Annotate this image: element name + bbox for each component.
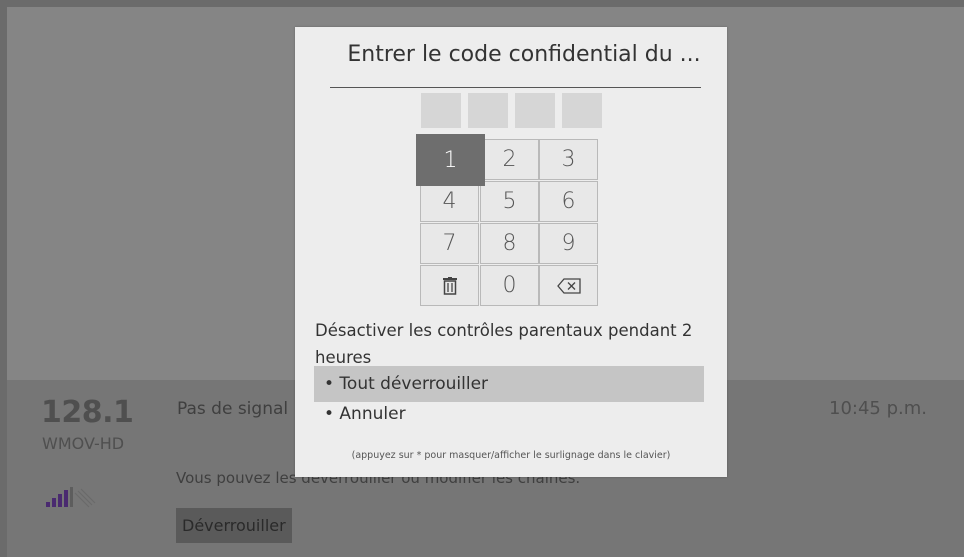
no-signal-text: Pas de signal [177, 399, 289, 419]
key-7[interactable]: 7 [420, 223, 479, 264]
channel-name: WMOV-HD [42, 434, 125, 453]
clear-key[interactable] [420, 265, 479, 306]
disable-controls-label: Désactiver les contrôles parentaux penda… [315, 321, 693, 367]
key-6[interactable]: 6 [539, 181, 598, 222]
trash-icon [442, 276, 457, 295]
channel-number: 128.1 [41, 395, 134, 430]
unlock-button[interactable]: Déverrouiller [176, 508, 292, 543]
key-8[interactable]: 8 [480, 223, 539, 264]
backspace-key[interactable] [539, 265, 598, 306]
pin-digit-box [562, 93, 602, 128]
key-9[interactable]: 9 [539, 223, 598, 264]
key-0[interactable]: 0 [480, 265, 539, 306]
key-1[interactable]: 1 [416, 134, 485, 186]
pin-digit-box [515, 93, 555, 128]
option-cancel[interactable]: • Annuler [314, 396, 704, 432]
clock-time: 10:45 p.m. [829, 398, 927, 419]
backspace-icon [556, 277, 581, 294]
signal-strength-icon [46, 487, 96, 508]
pin-digit-box [421, 93, 461, 128]
numeric-keypad: 1 2 3 4 5 6 7 8 9 0 [416, 134, 600, 307]
pin-digit-box [468, 93, 508, 128]
pin-dialog: Entrer le code confidential du ... 1 2 3… [295, 27, 727, 477]
key-5[interactable]: 5 [480, 181, 539, 222]
keypad-hint: (appuyez sur * pour masquer/afficher le … [351, 450, 671, 461]
key-2[interactable]: 2 [480, 139, 539, 180]
dialog-title: Entrer le code confidential du ... [347, 42, 701, 67]
title-divider [330, 87, 701, 88]
key-3[interactable]: 3 [539, 139, 598, 180]
key-4[interactable]: 4 [420, 181, 479, 222]
